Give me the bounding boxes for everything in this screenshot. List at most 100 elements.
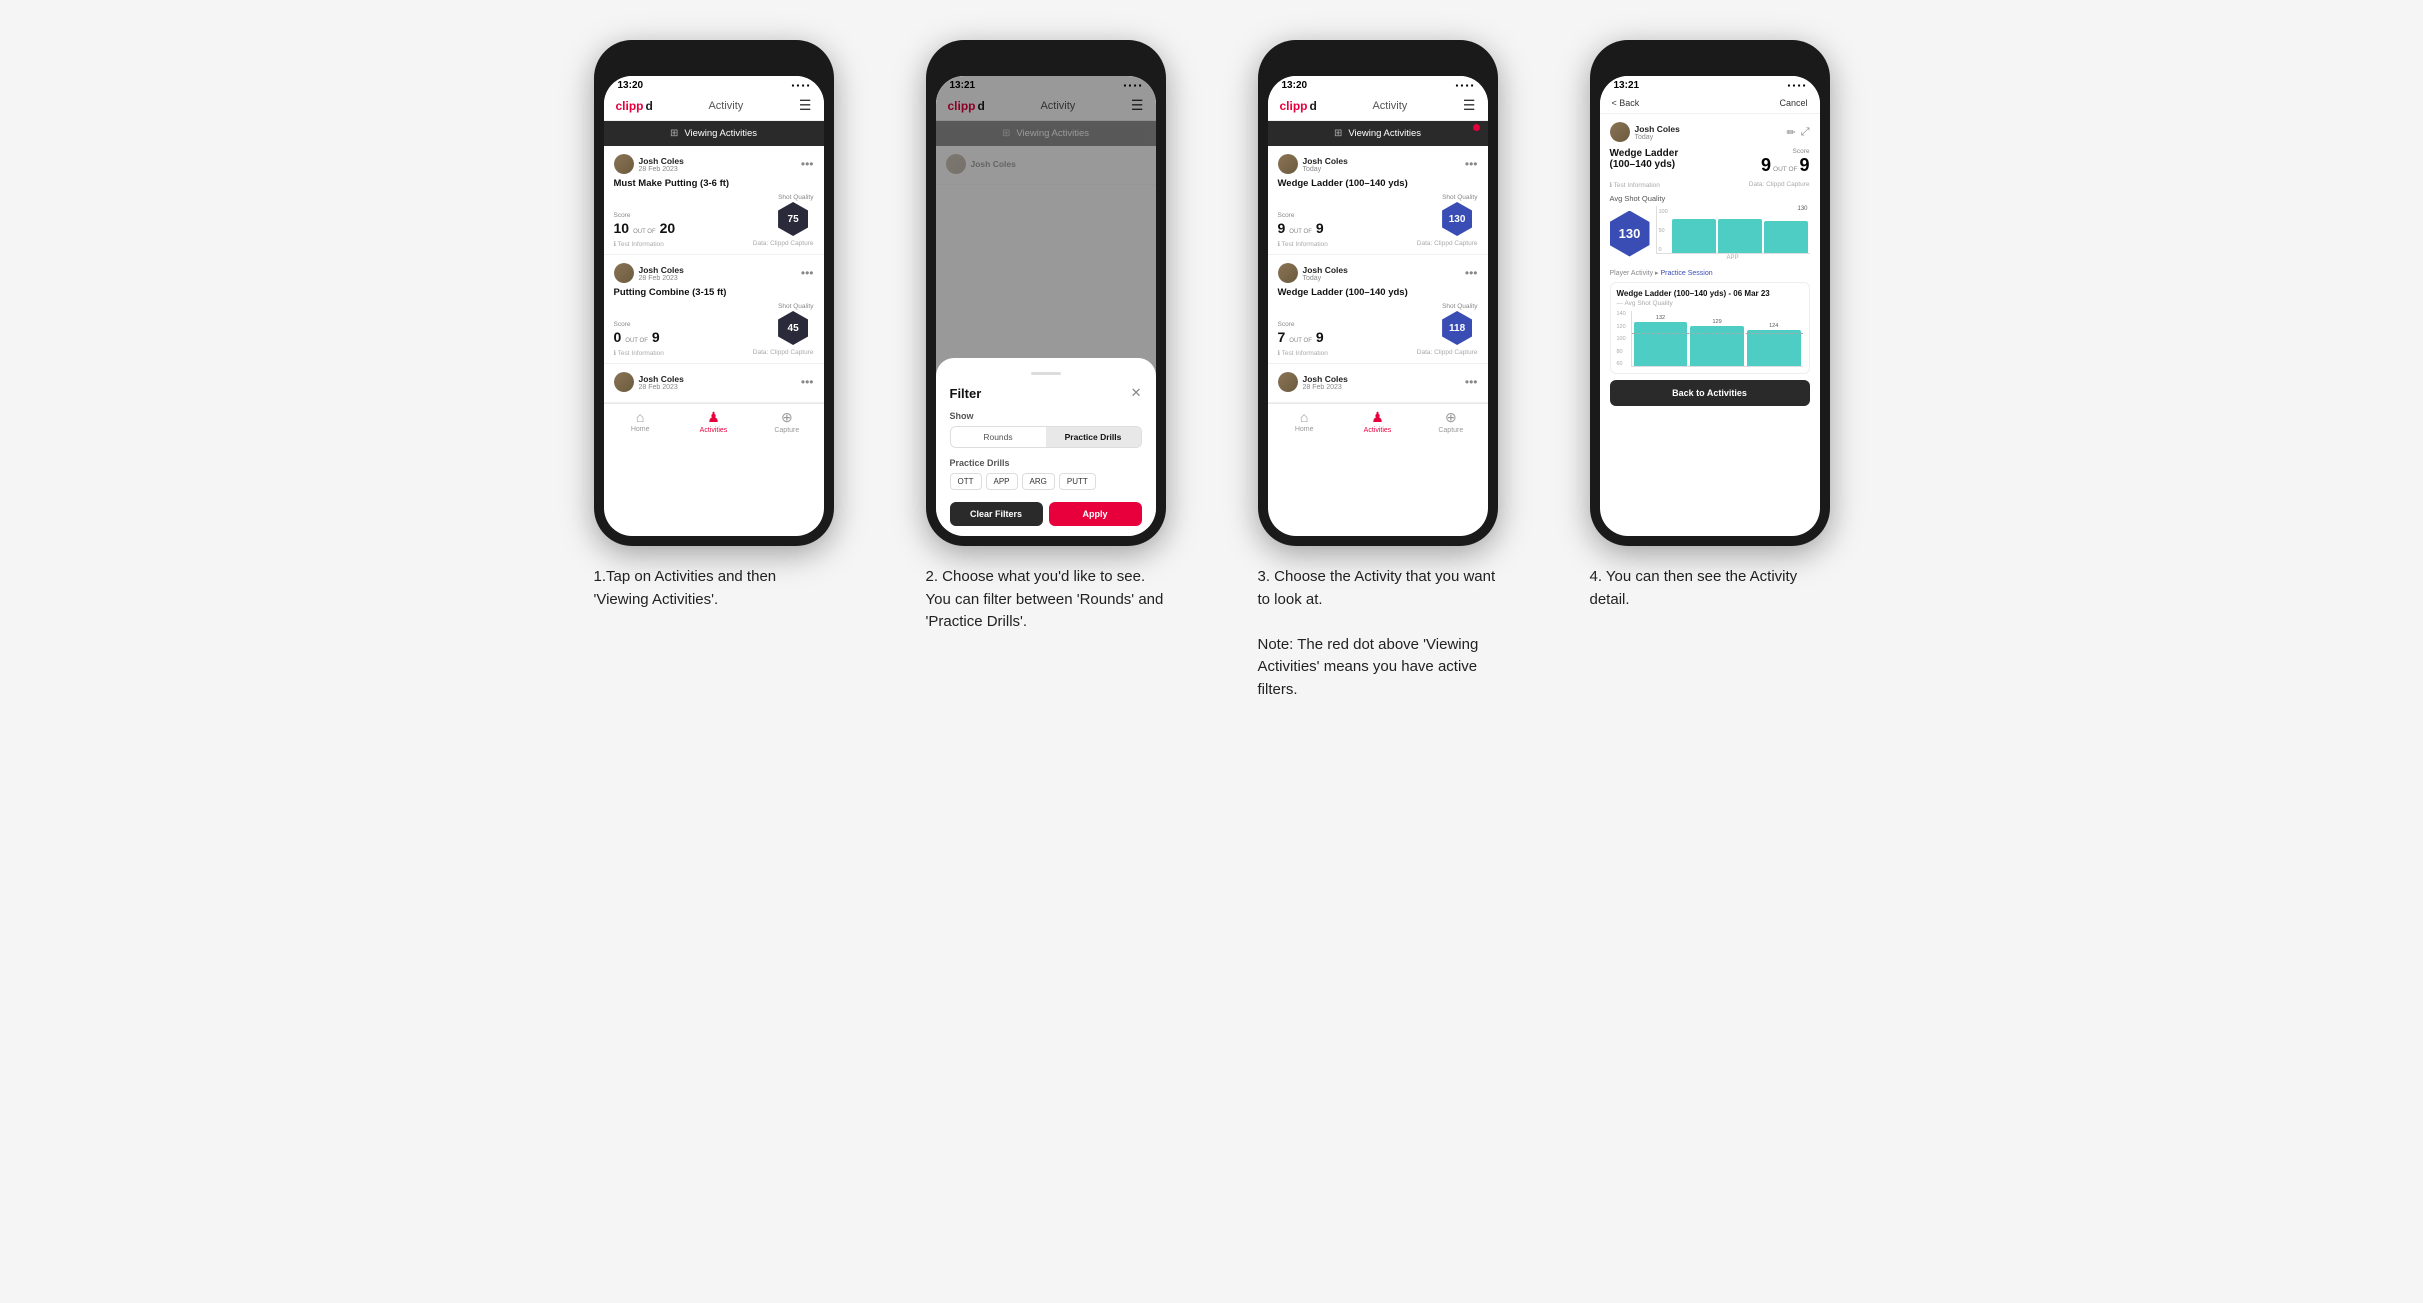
stats-row-3-1: Score 9 OUT OF 9 Shot Quality 130 (1278, 194, 1478, 236)
dots-menu-1-3[interactable]: ••• (801, 375, 814, 389)
activity-card-1-2[interactable]: Josh Coles 28 Feb 2023 ••• Putting Combi… (604, 255, 824, 364)
cancel-button[interactable]: Cancel (1779, 98, 1807, 108)
outof-3-1: OUT OF (1289, 229, 1312, 235)
score-stat-1-2: Score 0 OUT OF 9 (614, 321, 660, 345)
viewing-banner-3[interactable]: ⊞ Viewing Activities (1268, 121, 1488, 146)
user-date-1-1: 28 Feb 2023 (639, 166, 684, 173)
bar-chart-1 (1634, 322, 1688, 366)
dots-menu-3-3[interactable]: ••• (1465, 375, 1478, 389)
phone-screen-2: 13:21 ▪ ▪ ▪ ▪ clippd Activity ☰ ⊞ Viewin… (936, 76, 1156, 536)
avatar-3-3 (1278, 372, 1298, 392)
shot-quality-hex-1-1: 75 (778, 202, 808, 236)
shots-value-3-1: 9 (1316, 220, 1324, 236)
screen4-column: 13:21 ▪ ▪ ▪ ▪ < Back Cancel Josh Co (1558, 40, 1862, 611)
score-stat-3-1: Score 9 OUT OF 9 (1278, 212, 1324, 236)
activities-icon-1: ♟ (707, 409, 720, 426)
logo-3: clippd (1280, 99, 1317, 113)
user-name-3-2: Josh Coles (1303, 265, 1348, 275)
score-label-1-1: Score (614, 212, 676, 219)
logo-pd-1: d (646, 99, 653, 113)
outof-1-2: OUT OF (625, 338, 648, 344)
activity-card-1-3[interactable]: Josh Coles 28 Feb 2023 ••• (604, 364, 824, 403)
card-header-1-2: Josh Coles 28 Feb 2023 ••• (614, 263, 814, 283)
bar-chart-3 (1747, 330, 1801, 366)
filter-tag-arg[interactable]: ARG (1022, 473, 1055, 490)
bar-group-2: 129 (1690, 319, 1744, 366)
activity-card-1-1[interactable]: Josh Coles 28 Feb 2023 ••• Must Make Put… (604, 146, 824, 255)
user-date-1-2: 28 Feb 2023 (639, 275, 684, 282)
modal-header: Filter ✕ (950, 385, 1142, 401)
status-icons-3: ▪ ▪ ▪ ▪ (1455, 81, 1473, 90)
user-name-3-3: Josh Coles (1303, 374, 1348, 384)
line-chart-subtitle: --- Avg Shot Quality (1617, 300, 1803, 307)
bar-group-1: 132 (1634, 315, 1688, 366)
detail-test-info: ℹ Test Information (1610, 181, 1660, 189)
user-name-1-3: Josh Coles (639, 374, 684, 384)
detail-title-score-row: Wedge Ladder(100–140 yds) Score 9 OUT OF… (1610, 148, 1810, 176)
modal-drag-handle (1031, 372, 1061, 375)
line-chart-body: 140 120 100 80 60 132 (1617, 311, 1803, 367)
activity-card-3-2[interactable]: Josh Coles Today ••• Wedge Ladder (100–1… (1268, 255, 1488, 364)
dots-menu-1-1[interactable]: ••• (801, 157, 814, 171)
detail-user-name: Josh Coles (1635, 124, 1680, 134)
filter-tag-putt[interactable]: PUTT (1059, 473, 1096, 490)
y-axis: 100 50 0 (1659, 209, 1668, 253)
dots-menu-3-1[interactable]: ••• (1465, 157, 1478, 171)
chart-max-label: 130 (1797, 206, 1807, 212)
activity-card-3-3[interactable]: Josh Coles 28 Feb 2023 ••• (1268, 364, 1488, 403)
data-source-3-2: Data: Clippd Capture (1417, 349, 1478, 357)
toggle-rounds[interactable]: Rounds (951, 427, 1046, 447)
test-info-3-1: ℹ Test Information (1278, 240, 1328, 248)
clear-filters-button[interactable]: Clear Filters (950, 502, 1043, 526)
user-name-1-1: Josh Coles (639, 156, 684, 166)
viewing-banner-1[interactable]: ⊞ Viewing Activities (604, 121, 824, 146)
card-header-3-1: Josh Coles Today ••• (1278, 154, 1478, 174)
avg-sq-label: Avg Shot Quality (1610, 194, 1810, 203)
filter-toggle-row: Rounds Practice Drills (950, 426, 1142, 448)
score-label-1-2: Score (614, 321, 660, 328)
activity-card-3-1[interactable]: Josh Coles Today ••• Wedge Ladder (100–1… (1268, 146, 1488, 255)
card-header-1-3: Josh Coles 28 Feb 2023 ••• (614, 372, 814, 392)
toggle-practice-drills[interactable]: Practice Drills (1046, 427, 1141, 447)
nav-capture-1[interactable]: ⊕ Capture (750, 409, 823, 434)
card-footer-3-1: ℹ Test Information Data: Clippd Capture (1278, 240, 1478, 248)
shots-value-3-2: 9 (1316, 329, 1324, 345)
player-activity-label: Player Activity ▸ Practice Session (1610, 269, 1810, 277)
user-info-1-2: Josh Coles 28 Feb 2023 (614, 263, 684, 283)
phone-notch-3 (1338, 50, 1418, 72)
status-time-4: 13:21 (1614, 80, 1640, 91)
nav-activities-3[interactable]: ♟ Activities (1341, 409, 1414, 434)
filter-tag-ott[interactable]: OTT (950, 473, 982, 490)
nav-home-1[interactable]: ⌂ Home (604, 409, 677, 434)
outof-1-1: OUT OF (633, 229, 656, 235)
bar-val-3: 124 (1769, 323, 1778, 329)
logo-clip-1: clipp (616, 99, 644, 113)
expand-icon[interactable]: ⤢ (1801, 126, 1810, 139)
nav-activities-1[interactable]: ♟ Activities (677, 409, 750, 434)
back-button[interactable]: < Back (1612, 98, 1640, 108)
edit-icon[interactable]: ✏ (1786, 126, 1795, 139)
hamburger-1[interactable]: ☰ (799, 97, 812, 114)
dots-menu-1-2[interactable]: ••• (801, 266, 814, 280)
card-footer-3-2: ℹ Test Information Data: Clippd Capture (1278, 349, 1478, 357)
status-time-1: 13:20 (618, 80, 644, 91)
header-title-1: Activity (708, 100, 743, 112)
score-value-3-2: 7 (1278, 330, 1286, 344)
score-stat-1-1: Score 10 OUT OF 20 (614, 212, 676, 236)
apply-button[interactable]: Apply (1049, 502, 1142, 526)
outof-3-2: OUT OF (1289, 338, 1312, 344)
activity-title-3-1: Wedge Ladder (100–140 yds) (1278, 178, 1478, 189)
hamburger-3[interactable]: ☰ (1463, 97, 1476, 114)
avatar-1-2 (614, 263, 634, 283)
user-date-3-2: Today (1303, 275, 1348, 282)
home-icon-3: ⌂ (1300, 409, 1308, 425)
dots-menu-3-2[interactable]: ••• (1465, 266, 1478, 280)
back-to-activities-button[interactable]: Back to Activities (1610, 380, 1810, 406)
screen4-header: < Back Cancel (1600, 93, 1820, 114)
modal-close-button[interactable]: ✕ (1131, 385, 1142, 401)
filter-tag-app[interactable]: APP (986, 473, 1018, 490)
bar-chart-2 (1690, 326, 1744, 366)
nav-capture-3[interactable]: ⊕ Capture (1414, 409, 1487, 434)
nav-home-3[interactable]: ⌂ Home (1268, 409, 1341, 434)
avg-sq-chart: 130 130 100 50 0 (1610, 206, 1810, 261)
